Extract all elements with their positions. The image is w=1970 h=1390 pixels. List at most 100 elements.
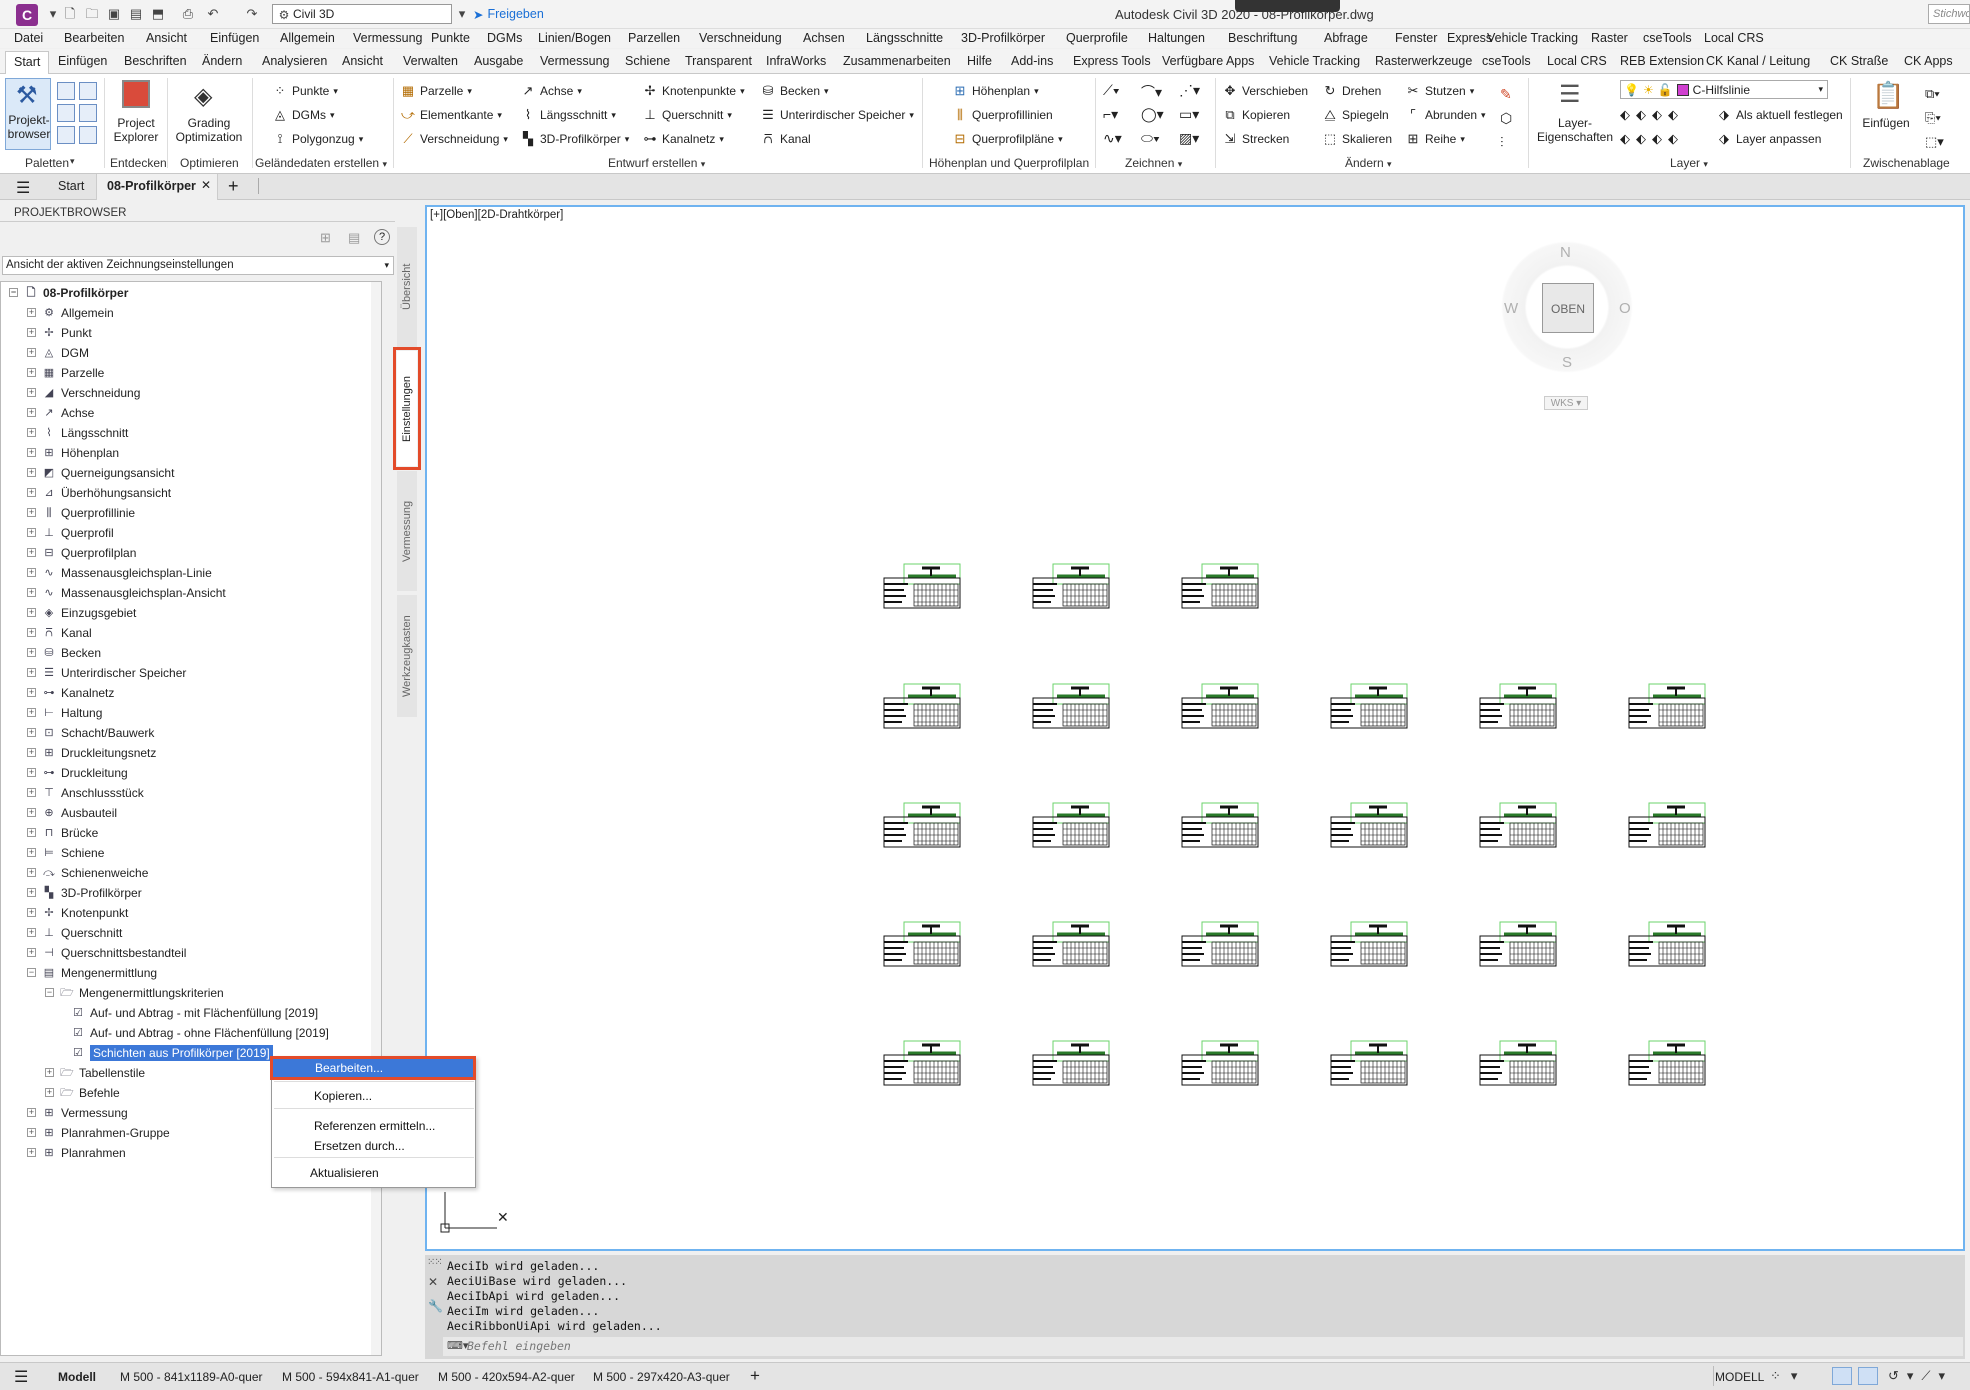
expand-toggle-icon[interactable]: + bbox=[27, 1148, 36, 1157]
section-view[interactable] bbox=[1627, 682, 1709, 730]
set-current-button[interactable]: ⬗ Als aktuell festlegen bbox=[1716, 107, 1843, 123]
rotate-button[interactable]: ↻ Drehen bbox=[1322, 83, 1382, 99]
underground-storage-button[interactable]: ☰ Unterirdischer Speicher ▾ bbox=[760, 107, 914, 123]
grading-button[interactable]: ⟋ Verschneidung ▾ bbox=[400, 131, 508, 147]
section-view[interactable] bbox=[882, 562, 964, 610]
expand-toggle-icon[interactable]: + bbox=[27, 448, 36, 457]
section-view[interactable] bbox=[1180, 682, 1262, 730]
close-icon[interactable]: ✕ bbox=[201, 178, 211, 192]
tree-item[interactable]: + ⊡ Schacht/Bauwerk bbox=[27, 723, 154, 742]
arc-icon[interactable]: ⌒▾ bbox=[1141, 82, 1162, 102]
expand-toggle-icon[interactable]: + bbox=[27, 688, 36, 697]
palette-toggle-5[interactable] bbox=[57, 126, 75, 144]
rectangle-icon[interactable]: ▭▾ bbox=[1179, 106, 1199, 123]
polar-toggle[interactable] bbox=[1858, 1367, 1878, 1385]
expand-toggle-icon[interactable]: + bbox=[27, 708, 36, 717]
tree-item[interactable]: + ⤼ Schienenweiche bbox=[27, 863, 148, 882]
section-view[interactable] bbox=[1329, 682, 1411, 730]
tree-item[interactable]: + ↗ Achse bbox=[27, 403, 94, 422]
tree-item[interactable]: + ∿ Massenausgleichsplan-Ansicht bbox=[27, 583, 226, 602]
section-view[interactable] bbox=[1478, 801, 1560, 849]
copy-base-icon[interactable]: ⎘▾ bbox=[1925, 106, 1944, 130]
section-view[interactable] bbox=[1627, 1039, 1709, 1087]
expand-toggle-icon[interactable]: − bbox=[9, 288, 18, 297]
section-view[interactable] bbox=[1627, 801, 1709, 849]
tree-item[interactable]: + ✢ Punkt bbox=[27, 323, 92, 342]
corridor-button[interactable]: ▚ 3D-Profilkörper ▾ bbox=[520, 131, 629, 147]
section-view[interactable] bbox=[1180, 1039, 1262, 1087]
list-view-icon[interactable]: ▤ bbox=[348, 230, 360, 246]
tree-item[interactable]: + ☰ Unterirdischer Speicher bbox=[27, 663, 186, 682]
section-view[interactable] bbox=[1031, 801, 1113, 849]
section-view[interactable] bbox=[1180, 562, 1262, 610]
spline-icon[interactable]: ∿▾ bbox=[1103, 130, 1122, 147]
tree-item[interactable]: + ⊞ Vermessung bbox=[27, 1103, 128, 1122]
expand-toggle-icon[interactable]: + bbox=[27, 508, 36, 517]
save-icon[interactable]: ▣ bbox=[106, 6, 122, 22]
project-browser-button[interactable]: ⚒ Projekt-browser bbox=[5, 78, 51, 150]
tree-item[interactable]: + ◬ DGM bbox=[27, 343, 89, 362]
match-prop-icon[interactable]: ⬚▾ bbox=[1925, 130, 1944, 154]
tree-item[interactable]: + ⫼ Querprofillinie bbox=[27, 503, 135, 522]
tree-item[interactable]: + ◈ Einzugsgebiet bbox=[27, 603, 136, 622]
tree-subfolder[interactable]: + 🗁 Befehle bbox=[45, 1083, 120, 1102]
expand-toggle-icon[interactable]: + bbox=[45, 1068, 54, 1077]
ribbon-tab-18[interactable]: Rasterwerkzeuge bbox=[1375, 54, 1472, 68]
ribbon-tab-0[interactable]: Start bbox=[5, 51, 50, 74]
tab-start[interactable]: Start bbox=[58, 179, 84, 193]
section-view[interactable] bbox=[1478, 1039, 1560, 1087]
ortho-toggle[interactable] bbox=[1832, 1367, 1852, 1385]
wrench-icon[interactable]: 🔧 bbox=[428, 1299, 443, 1313]
copy-clip-icon[interactable]: ⧉▾ bbox=[1925, 82, 1944, 106]
menu-2[interactable]: Ansicht bbox=[146, 31, 187, 45]
palette-toggle-6[interactable] bbox=[79, 126, 97, 144]
section-view[interactable] bbox=[1031, 920, 1113, 968]
dropdown-icon[interactable]: ▾ bbox=[45, 6, 61, 22]
layout-tab[interactable]: M 500 - 594x841-A1-quer bbox=[282, 1370, 419, 1384]
layout-tab[interactable]: M 500 - 297x420-A3-quer bbox=[593, 1370, 730, 1384]
scale-button[interactable]: ⬚ Skalieren bbox=[1322, 131, 1392, 147]
command-prompt-icon[interactable]: ⌨▾ bbox=[447, 1339, 468, 1352]
ribbon-tab-15[interactable]: Express Tools bbox=[1073, 54, 1151, 68]
tree-item[interactable]: + ▚ 3D-Profilkörper bbox=[27, 883, 142, 902]
section-view[interactable] bbox=[882, 1039, 964, 1087]
tree-item[interactable]: + ⊞ Höhenplan bbox=[27, 443, 119, 462]
erase-icon[interactable]: ✎ bbox=[1500, 82, 1512, 106]
menu-16[interactable]: Beschriftung bbox=[1228, 31, 1297, 45]
trim-button[interactable]: ✂ Stutzen ▾ bbox=[1405, 83, 1475, 99]
expand-toggle-icon[interactable]: + bbox=[27, 648, 36, 657]
stretch-button[interactable]: ⇲ Strecken bbox=[1222, 131, 1290, 147]
menu-13[interactable]: 3D-Profilkörper bbox=[961, 31, 1045, 45]
viewport-label[interactable]: [+][Oben][2D-Drahtkörper] bbox=[430, 209, 563, 221]
menu-10[interactable]: Verschneidung bbox=[699, 31, 782, 45]
section-view[interactable] bbox=[1180, 920, 1262, 968]
expand-toggle-icon[interactable]: + bbox=[27, 868, 36, 877]
expand-toggle-icon[interactable]: − bbox=[45, 988, 54, 997]
view-select[interactable]: Ansicht der aktiven Zeichnungseinstellun… bbox=[2, 256, 394, 275]
redo-icon[interactable]: ↷ bbox=[244, 6, 260, 22]
offset-icon[interactable]: ⫶ bbox=[1500, 130, 1512, 154]
palette-toggle-3[interactable] bbox=[57, 104, 75, 122]
array-button[interactable]: ⊞ Reihe ▾ bbox=[1405, 131, 1465, 147]
model-space-toggle[interactable]: MODELL bbox=[1715, 1370, 1764, 1384]
feature-line-button[interactable]: ⤻ Elementkante ▾ bbox=[400, 107, 502, 123]
drawing-viewport[interactable]: [+][Oben][2D-Drahtkörper] N S W O OBEN W… bbox=[425, 205, 1965, 1251]
pond-button[interactable]: ⛁ Becken ▾ bbox=[760, 83, 829, 99]
section-view[interactable] bbox=[1031, 1039, 1113, 1087]
polyline-icon[interactable]: ⌐▾ bbox=[1103, 106, 1118, 123]
viewcube[interactable]: N S W O OBEN WKS ▾ bbox=[1492, 232, 1642, 410]
tree-criteria-item[interactable]: ☑ Schichten aus Profilkörper [2019] bbox=[71, 1043, 273, 1062]
tree-view-icon[interactable]: ⊞ bbox=[320, 230, 331, 246]
ribbon-tab-13[interactable]: Hilfe bbox=[967, 54, 992, 68]
panel-title-gelaende[interactable]: Geländedaten erstellen ▾ bbox=[255, 156, 387, 170]
ribbon-tab-5[interactable]: Ansicht bbox=[342, 54, 383, 68]
help-icon[interactable]: ? bbox=[374, 229, 390, 245]
points-button[interactable]: ⁘ Punkte ▾ bbox=[272, 83, 338, 99]
menu-7[interactable]: DGMs bbox=[487, 31, 522, 45]
tree-item[interactable]: + ⊕ Ausbauteil bbox=[27, 803, 117, 822]
expand-toggle-icon[interactable]: + bbox=[27, 528, 36, 537]
tree-item[interactable]: + ⊥ Querprofil bbox=[27, 523, 114, 542]
ribbon-tab-17[interactable]: Vehicle Tracking bbox=[1269, 54, 1360, 68]
expand-toggle-icon[interactable]: + bbox=[27, 628, 36, 637]
tab-werkzeugkasten[interactable]: Werkzeugkasten bbox=[397, 595, 417, 717]
